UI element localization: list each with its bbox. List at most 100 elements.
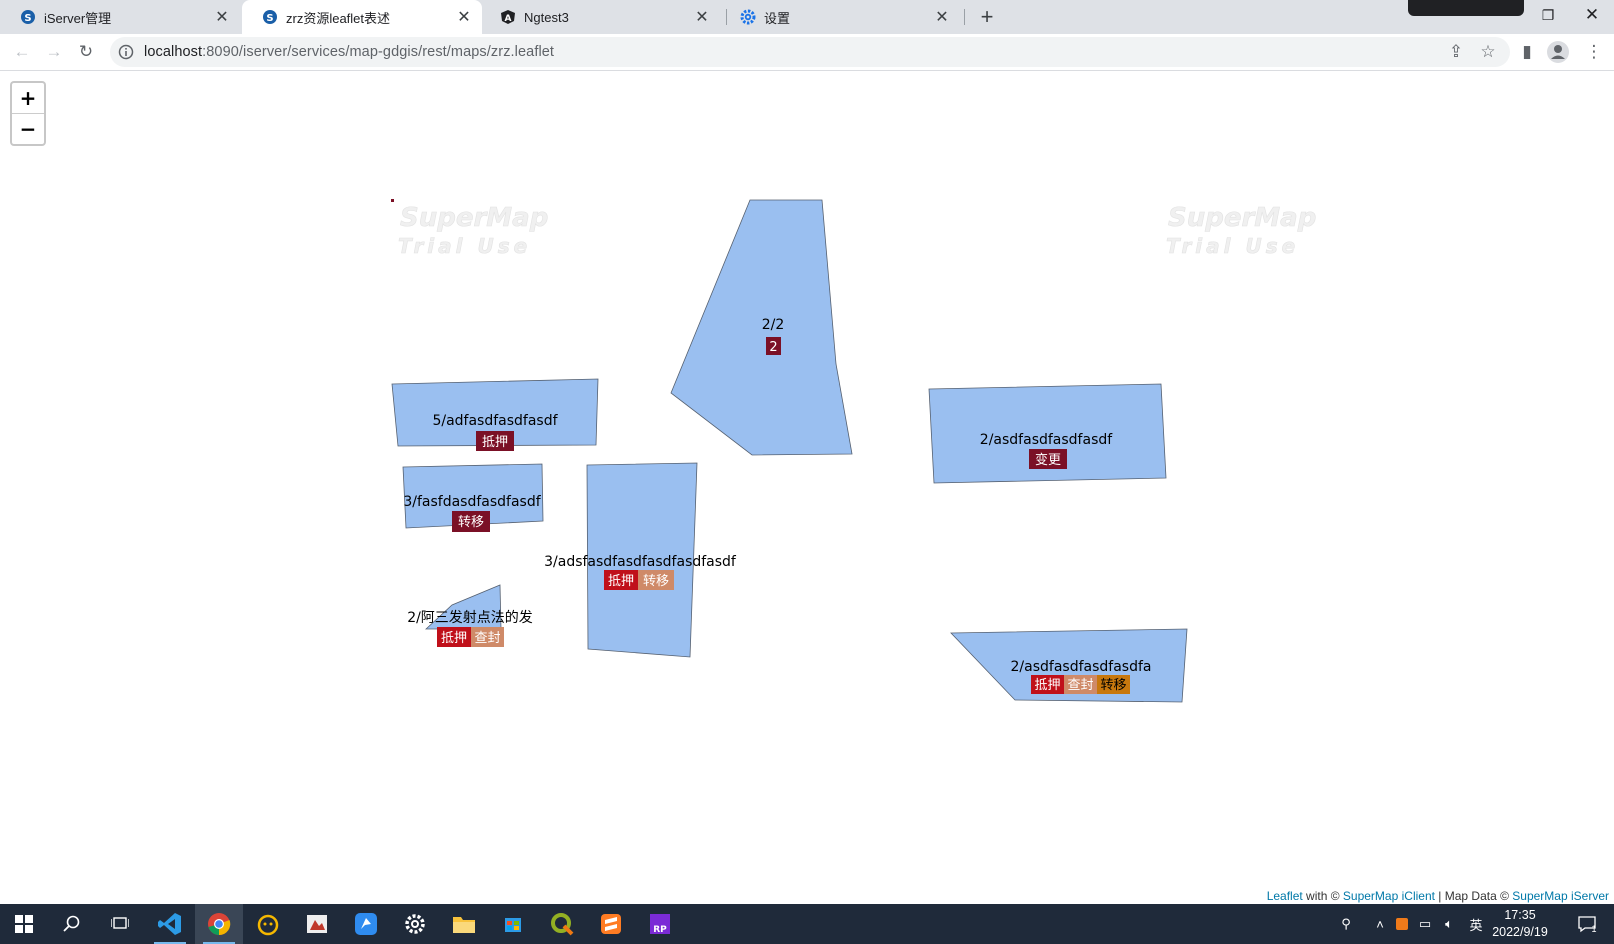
watermark-subtitle: Trial Use: [1166, 234, 1299, 258]
tab-zrz-leaflet[interactable]: S zrz资源leaflet表述 ✕: [242, 0, 482, 34]
address-bar[interactable]: localhost:8090/iserver/services/map-gdgi…: [110, 37, 1510, 67]
store-icon[interactable]: [489, 904, 537, 944]
vscode-icon[interactable]: [146, 904, 194, 944]
map-attribution: Leaflet with © SuperMap iClient | Map Da…: [1261, 888, 1614, 904]
tab-iserver[interactable]: S iServer管理 ✕: [0, 0, 240, 34]
notification-count: 1: [1591, 924, 1597, 934]
status-tag-text: 查封: [474, 631, 500, 646]
browser-toolbar: ← → ↻ localhost:8090/iserver/services/ma…: [0, 34, 1614, 71]
tab-search-strip[interactable]: [1408, 0, 1524, 16]
settings-icon[interactable]: [391, 904, 439, 944]
zoom-in-button[interactable]: +: [12, 83, 44, 113]
volume-icon[interactable]: 🔈︎: [1438, 904, 1460, 944]
feature-label: 3/adsfasdfasdfasdfasdfasdf: [544, 554, 737, 570]
feature-label: 5/adfasdfasdfasdf: [432, 413, 558, 429]
dingtalk-icon[interactable]: [342, 904, 390, 944]
supermap-icon: S: [263, 10, 277, 24]
url-text: localhost:8090/iserver/services/map-gdgi…: [144, 44, 554, 60]
svg-text:S: S: [24, 13, 31, 24]
status-tag-text: 转移: [643, 574, 669, 589]
menu-icon[interactable]: ⋮: [1582, 40, 1606, 64]
reload-icon[interactable]: ↻: [74, 40, 98, 64]
app-tray-icon[interactable]: [1392, 904, 1412, 944]
watermark-title: SuperMap: [1168, 203, 1316, 233]
tab-settings[interactable]: 设置 ✕: [720, 0, 960, 34]
tab-title: zrz资源leaflet表述: [286, 10, 391, 26]
axure-rp-icon[interactable]: RP: [636, 904, 684, 944]
qgis-icon[interactable]: [538, 904, 586, 944]
new-tab-button[interactable]: +: [974, 4, 1000, 30]
feature-label: 2/asdfasdfasdfasdf: [980, 432, 1113, 448]
status-tag-text: 抵押: [482, 435, 508, 450]
task-view-icon[interactable]: [96, 904, 144, 944]
side-panel-icon[interactable]: ▮: [1515, 40, 1539, 64]
angular-icon: A: [501, 10, 515, 24]
close-window-icon[interactable]: ✕: [1572, 0, 1612, 30]
watermark-subtitle: Trial Use: [398, 234, 531, 258]
tab-strip: S iServer管理 ✕ S zrz资源leaflet表述 ✕ A Ngtes…: [0, 0, 1614, 34]
close-icon[interactable]: ✕: [934, 9, 950, 26]
tab-separator: [964, 9, 965, 25]
chrome-icon[interactable]: [195, 904, 243, 944]
paint-icon[interactable]: [293, 904, 341, 944]
watermark-right: SuperMap Trial Use: [1166, 203, 1317, 259]
close-icon[interactable]: ✕: [694, 9, 710, 26]
zoom-control: + −: [10, 81, 46, 146]
gear-icon: [740, 9, 756, 25]
leaflet-link[interactable]: Leaflet: [1267, 889, 1303, 903]
profile-avatar-icon[interactable]: [1546, 40, 1570, 64]
windows-start-icon[interactable]: [0, 904, 48, 944]
status-tag-text: 2: [769, 340, 777, 355]
sublime-icon[interactable]: [587, 904, 635, 944]
file-explorer-icon[interactable]: [440, 904, 488, 944]
clock-time: 17:35: [1504, 908, 1536, 922]
zoom-out-button[interactable]: −: [12, 113, 44, 144]
url-path: :8090/iserver/services/map-gdgis/rest/ma…: [202, 44, 555, 60]
svg-text:RP: RP: [653, 925, 667, 935]
tab-title: Ngtest3: [524, 9, 569, 25]
notification-icon[interactable]: 1: [1570, 904, 1604, 944]
info-icon: [118, 44, 134, 60]
status-tag-text: 查封: [1067, 678, 1093, 693]
search-icon[interactable]: [48, 904, 96, 944]
navicat-icon[interactable]: [244, 904, 292, 944]
bookmark-star-icon[interactable]: ☆: [1476, 40, 1500, 64]
map-layer: SuperMap Trial Use SuperMap Trial Use 2/…: [391, 199, 1317, 703]
leaflet-map[interactable]: SuperMap Trial Use SuperMap Trial Use 2/…: [0, 71, 1614, 904]
watermark-left: SuperMap Trial Use: [398, 203, 549, 259]
status-tag-text: 转移: [1100, 678, 1126, 693]
tab-title: iServer管理: [44, 10, 112, 26]
back-icon[interactable]: ←: [10, 40, 34, 64]
svg-text:S: S: [266, 13, 273, 24]
forward-icon[interactable]: →: [42, 40, 66, 64]
network-icon[interactable]: ▭: [1414, 904, 1436, 944]
attribution-text: | Map Data ©: [1434, 889, 1513, 903]
people-icon[interactable]: ⚲: [1334, 904, 1358, 944]
share-icon[interactable]: ⇪: [1444, 40, 1468, 64]
clock[interactable]: 17:35 2022/9/19: [1480, 907, 1560, 941]
status-tag-text: 变更: [1035, 452, 1061, 468]
watermark-title: SuperMap: [400, 203, 548, 233]
supermap-icon: S: [21, 10, 35, 24]
iclient-link[interactable]: SuperMap iClient: [1343, 889, 1435, 903]
iserver-link[interactable]: SuperMap iServer: [1512, 889, 1609, 903]
tab-ngtest3[interactable]: A Ngtest3 ✕: [480, 0, 720, 34]
windows-taskbar: RP ⚲ ˄ ▭ 🔈︎ 英 17:35 2022/9/19 1: [0, 904, 1614, 944]
close-icon[interactable]: ✕: [456, 9, 472, 26]
status-tag-text: 抵押: [608, 574, 634, 589]
tab-title: 设置: [764, 10, 791, 26]
url-host: localhost: [144, 44, 203, 60]
feature-label: 2/asdfasdfasdfasdfa: [1011, 659, 1152, 675]
point-marker: [391, 199, 394, 202]
restore-window-icon[interactable]: ❐: [1528, 0, 1568, 30]
feature-label: 3/fasfdasdfasdfasdf: [403, 494, 541, 510]
svg-text:A: A: [505, 14, 512, 24]
clock-date: 2022/9/19: [1492, 925, 1548, 939]
feature-label: 2/2: [762, 317, 785, 333]
chevron-up-icon[interactable]: ˄: [1370, 904, 1390, 944]
status-tag-text: 转移: [458, 515, 484, 530]
attribution-text: with ©: [1302, 889, 1343, 903]
feature-label-group[interactable]: 3/adsfasdfasdfasdfasdfasdf 抵押 转移: [544, 554, 737, 590]
feature-label: 2/阿三发射点法的发: [407, 610, 533, 626]
close-icon[interactable]: ✕: [214, 9, 230, 26]
